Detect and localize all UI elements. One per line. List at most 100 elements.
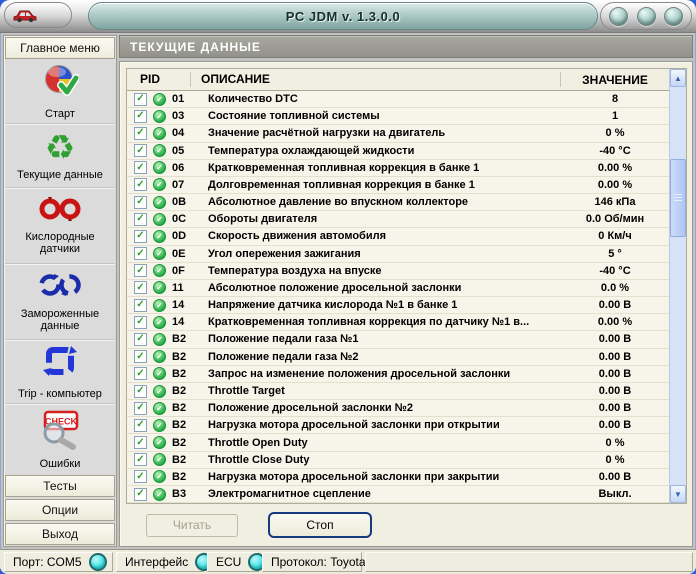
scrollbar-track[interactable] [670,87,686,485]
table-row[interactable]: ✓ ✓ B2 Нагрузка мотора дросельной заслон… [127,417,669,434]
sidebar-header-main-menu[interactable]: Главное меню [5,37,115,59]
start-icon [41,62,79,105]
row-checkbox[interactable]: ✓ [134,470,147,483]
status-ok-icon: ✓ [153,419,166,432]
table-row[interactable]: ✓ ✓ 07 Долговременная топливная коррекци… [127,177,669,194]
status-ok-icon: ✓ [153,333,166,346]
sidebar-item-oxygen-sensors[interactable]: Кислородные датчики [5,188,115,264]
row-checkbox[interactable]: ✓ [134,247,147,260]
read-button[interactable]: Читать [146,514,238,537]
row-checkbox[interactable]: ✓ [134,144,147,157]
row-value: 0.0 Об/мин [561,213,669,225]
sidebar-button-exit[interactable]: Выход [5,523,115,545]
system-menu-button[interactable] [4,2,72,28]
column-header-value[interactable]: ЗНАЧЕНИЕ [561,73,669,87]
row-checkbox[interactable]: ✓ [134,281,147,294]
maximize-button[interactable] [637,7,656,26]
scrollbar-thumb[interactable] [670,159,686,237]
row-checkbox[interactable]: ✓ [134,350,147,363]
row-value: 5 ° [561,248,669,260]
table-row[interactable]: ✓ ✓ 14 Напряжение датчика кислорода №1 в… [127,297,669,314]
port-status-indicator [89,553,107,571]
scroll-down-button[interactable]: ▼ [670,485,686,503]
table-row[interactable]: ✓ ✓ 0F Температура воздуха на впуске -40… [127,263,669,280]
row-description: Температура охлаждающей жидкости [202,145,561,157]
table-row[interactable]: ✓ ✓ 0C Обороты двигателя 0.0 Об/мин [127,211,669,228]
row-checkbox[interactable]: ✓ [134,385,147,398]
minimize-button[interactable] [609,7,628,26]
table-row[interactable]: ✓ ✓ 04 Значение расчётной нагрузки на дв… [127,125,669,142]
row-value: 0 % [561,454,669,466]
app-window: PC JDM v. 1.3.0.0 Главное меню [0,0,696,574]
row-checkbox[interactable]: ✓ [134,230,147,243]
column-header-pid[interactable]: PID [127,72,191,87]
row-pid: B3 [172,488,202,500]
status-ok-icon: ✓ [153,453,166,466]
row-checkbox[interactable]: ✓ [134,436,147,449]
table-row[interactable]: ✓ ✓ 14 Кратковременная топливная коррекц… [127,314,669,331]
table-row[interactable]: ✓ ✓ B3 Электромагнитное сцепление Выкл. [127,486,669,503]
sidebar-item-trip-computer[interactable]: Trip - компьютер [5,340,115,404]
row-checkbox[interactable]: ✓ [134,402,147,415]
table-row[interactable]: ✓ ✓ B2 Throttle Target 0.00 В [127,383,669,400]
row-checkbox[interactable]: ✓ [134,161,147,174]
row-pid: 14 [172,316,202,328]
row-checkbox[interactable]: ✓ [134,127,147,140]
row-description: Количество DTC [202,93,561,105]
row-checkbox[interactable]: ✓ [134,453,147,466]
row-checkbox[interactable]: ✓ [134,178,147,191]
close-button[interactable] [664,7,683,26]
status-ok-icon: ✓ [153,93,166,106]
row-checkbox[interactable]: ✓ [134,110,147,123]
row-checkbox[interactable]: ✓ [134,316,147,329]
sidebar-items: Старт ♻ Текущие данные К [5,60,115,474]
chevron-up-icon: ▲ [674,74,682,83]
sidebar-item-label: Trip - компьютер [16,388,104,400]
table-row[interactable]: ✓ ✓ B2 Положение дросельной заслонки №2 … [127,400,669,417]
table-row[interactable]: ✓ ✓ B2 Нагрузка мотора дросельной заслон… [127,469,669,486]
row-checkbox[interactable]: ✓ [134,93,147,106]
row-value: 0.00 В [561,368,669,380]
row-checkbox[interactable]: ✓ [134,333,147,346]
column-header-description[interactable]: ОПИСАНИЕ [191,72,561,87]
table-row[interactable]: ✓ ✓ B2 Запрос на изменение положения дро… [127,366,669,383]
check-engine-search-icon: CHECK [37,408,83,455]
row-checkbox[interactable]: ✓ [134,196,147,209]
sidebar-item-live-data[interactable]: ♻ Текущие данные [5,124,115,188]
status-ok-icon: ✓ [153,144,166,157]
table-row[interactable]: ✓ ✓ B2 Положение педали газа №1 0.00 В [127,331,669,348]
status-ok-icon: ✓ [153,247,166,260]
pid-table: PID ОПИСАНИЕ ЗНАЧЕНИЕ ✓ ✓ 01 Количество … [126,68,687,504]
scroll-up-button[interactable]: ▲ [670,69,686,87]
sidebar-item-start[interactable]: Старт [5,60,115,124]
row-checkbox[interactable]: ✓ [134,213,147,226]
table-row[interactable]: ✓ ✓ 11 Абсолютное положение дросельной з… [127,280,669,297]
sidebar-item-errors[interactable]: CHECK Ошибки [5,404,115,474]
row-checkbox[interactable]: ✓ [134,264,147,277]
row-checkbox[interactable]: ✓ [134,488,147,501]
table-row[interactable]: ✓ ✓ 0E Угол опережения зажигания 5 ° [127,246,669,263]
row-pid: B2 [172,333,202,345]
row-checkbox[interactable]: ✓ [134,367,147,380]
table-row[interactable]: ✓ ✓ 06 Кратковременная топливная коррекц… [127,160,669,177]
row-description: Положение педали газа №2 [202,351,561,363]
vertical-scrollbar[interactable]: ▲ ▼ [669,69,686,503]
table-row[interactable]: ✓ ✓ B2 Throttle Open Duty 0 % [127,434,669,451]
row-checkbox[interactable]: ✓ [134,299,147,312]
table-row[interactable]: ✓ ✓ B2 Положение педали газа №2 0.00 В [127,349,669,366]
table-row[interactable]: ✓ ✓ 05 Температура охлаждающей жидкости … [127,143,669,160]
table-row[interactable]: ✓ ✓ 01 Количество DTC 8 [127,91,669,108]
row-value: 0 % [561,437,669,449]
sidebar-item-frozen-data[interactable]: Замороженные данные [5,264,115,340]
table-row[interactable]: ✓ ✓ 0B Абсолютное давление во впускном к… [127,194,669,211]
table-row[interactable]: ✓ ✓ 0D Скорость движения автомобиля 0 Км… [127,228,669,245]
table-row[interactable]: ✓ ✓ 03 Состояние топливной системы 1 [127,108,669,125]
sidebar-button-tests[interactable]: Тесты [5,475,115,497]
sidebar-button-options[interactable]: Опции [5,499,115,521]
stop-button[interactable]: Стоп [268,512,372,538]
row-pid: B2 [172,368,202,380]
row-checkbox[interactable]: ✓ [134,419,147,432]
table-row[interactable]: ✓ ✓ B2 Throttle Close Duty 0 % [127,452,669,469]
row-pid: 05 [172,145,202,157]
sidebar-item-label: Кислородные датчики [5,231,115,255]
